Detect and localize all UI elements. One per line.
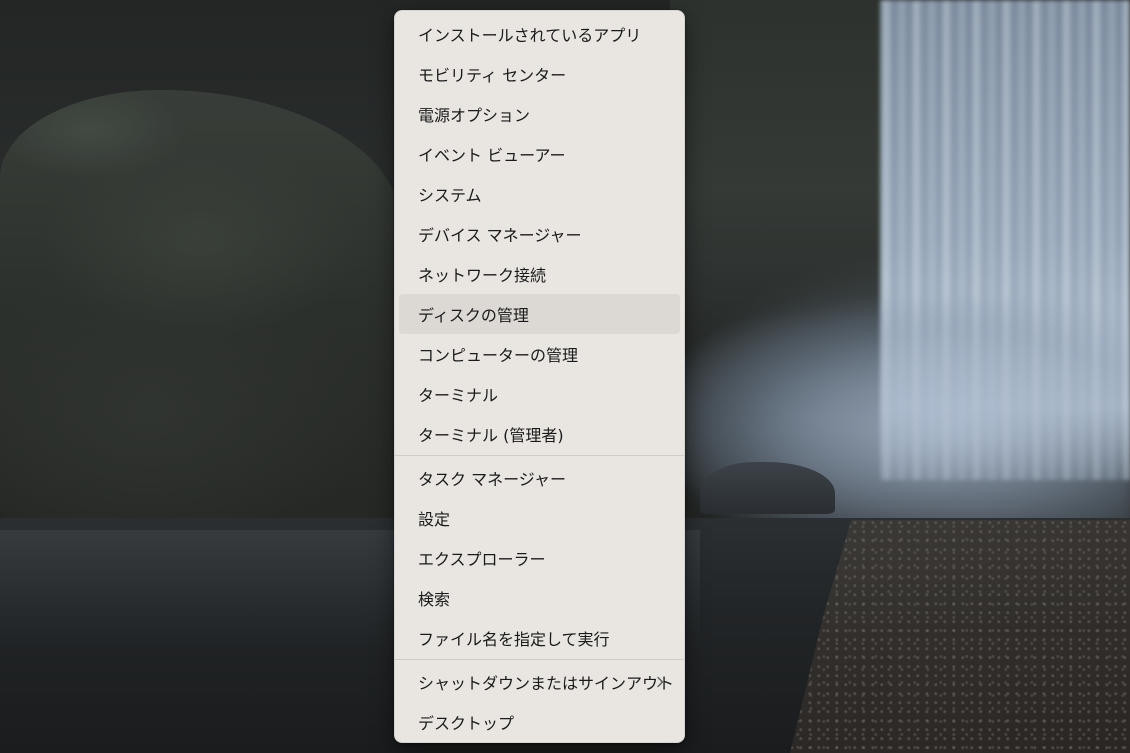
menu-item-label: コンピューターの管理 — [418, 346, 579, 365]
menu-item-label: ターミナル — [418, 386, 499, 405]
menu-item-label: エクスプローラー — [418, 550, 546, 569]
menu-item-file-explorer[interactable]: エクスプローラー — [399, 538, 680, 578]
menu-item-label: デバイス マネージャー — [418, 226, 582, 245]
menu-item-label: インストールされているアプリ — [418, 26, 642, 45]
menu-item-label: ネットワーク接続 — [418, 266, 547, 285]
menu-item-label: モビリティ センター — [418, 66, 567, 85]
menu-item-task-manager[interactable]: タスク マネージャー — [399, 458, 680, 498]
menu-item-label: 設定 — [418, 510, 451, 529]
wallpaper-gravel-shore — [790, 520, 1130, 753]
menu-item-system[interactable]: システム — [399, 174, 680, 214]
menu-item-terminal-admin[interactable]: ターミナル (管理者) — [399, 414, 680, 454]
menu-item-label: 検索 — [418, 590, 451, 609]
menu-item-device-manager[interactable]: デバイス マネージャー — [399, 214, 680, 254]
menu-item-label: タスク マネージャー — [418, 470, 566, 489]
menu-item-settings[interactable]: 設定 — [399, 498, 680, 538]
menu-item-computer-management[interactable]: コンピューターの管理 — [399, 334, 680, 374]
menu-separator — [395, 659, 684, 660]
menu-item-network-connections[interactable]: ネットワーク接続 — [399, 254, 680, 294]
quick-link-context-menu: インストールされているアプリ モビリティ センター 電源オプション イベント ビ… — [394, 10, 685, 743]
menu-separator — [395, 455, 684, 456]
menu-item-installed-apps[interactable]: インストールされているアプリ — [399, 14, 680, 54]
menu-item-label: ファイル名を指定して実行 — [418, 630, 610, 649]
wallpaper-cliff-right — [670, 0, 910, 320]
chevron-right-icon — [654, 676, 666, 688]
menu-item-shutdown-signout[interactable]: シャットダウンまたはサインアウト — [399, 662, 680, 702]
menu-item-label: システム — [418, 186, 482, 205]
menu-item-label: シャットダウンまたはサインアウト — [418, 674, 675, 693]
menu-item-label: ディスクの管理 — [418, 306, 529, 325]
menu-item-mobility-center[interactable]: モビリティ センター — [399, 54, 680, 94]
menu-item-run[interactable]: ファイル名を指定して実行 — [399, 618, 680, 658]
menu-item-event-viewer[interactable]: イベント ビューアー — [399, 134, 680, 174]
wallpaper-cliff-left — [0, 90, 400, 530]
menu-item-label: イベント ビューアー — [418, 146, 566, 165]
menu-item-desktop[interactable]: デスクトップ — [399, 702, 680, 742]
menu-item-label: デスクトップ — [418, 714, 515, 733]
menu-item-search[interactable]: 検索 — [399, 578, 680, 618]
menu-item-power-options[interactable]: 電源オプション — [399, 94, 680, 134]
menu-item-disk-management[interactable]: ディスクの管理 — [399, 294, 680, 334]
menu-item-terminal[interactable]: ターミナル — [399, 374, 680, 414]
menu-item-label: 電源オプション — [418, 106, 531, 125]
menu-item-label: ターミナル (管理者) — [418, 426, 564, 445]
